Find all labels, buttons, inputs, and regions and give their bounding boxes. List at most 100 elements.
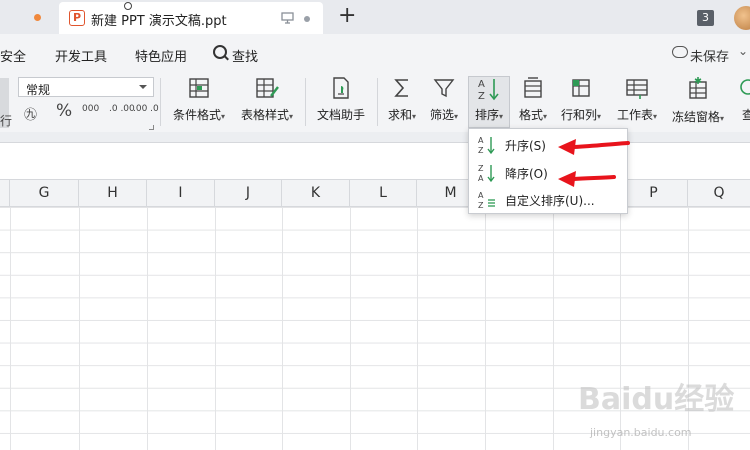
window-count-badge[interactable]: 3 xyxy=(697,10,714,26)
baidu-jingyan-watermark: Baidu经验 jingyan.baidu.com xyxy=(578,370,748,448)
rows-cols-icon xyxy=(572,79,590,97)
sort-descending-icon: Z A xyxy=(478,164,495,183)
svg-text:A: A xyxy=(478,191,484,200)
worksheet-button[interactable]: 工作表▾ xyxy=(612,76,662,130)
svg-text:Z: Z xyxy=(478,91,485,102)
doc-assistant-label: 文档助手 xyxy=(316,108,365,122)
menu-security[interactable]: 安全 xyxy=(0,46,26,65)
find-button-partial[interactable]: 查 xyxy=(736,76,750,130)
tab-close-icon[interactable] xyxy=(304,16,310,22)
sum-button[interactable]: 求和▾ xyxy=(384,76,420,130)
conditional-format-label: 条件格式 xyxy=(172,108,221,122)
menu-special-apps[interactable]: 特色应用 xyxy=(135,46,187,65)
custom-sort-item[interactable]: A Z 自定义排序(U)... xyxy=(469,187,627,213)
grid-line xyxy=(282,207,283,450)
ribbon-left-stub-label: 行 xyxy=(0,114,13,128)
cloud-icon xyxy=(672,46,688,58)
worksheet-icon xyxy=(626,79,648,99)
svg-text:Z: Z xyxy=(478,201,484,210)
grid-line xyxy=(485,207,486,450)
currency-icon[interactable]: ㊈ xyxy=(24,104,37,123)
find-label: 查 xyxy=(741,108,750,122)
sort-button[interactable]: A Z 排序▾ xyxy=(469,76,509,130)
sigma-icon xyxy=(394,79,408,97)
grid-line xyxy=(350,207,351,450)
ribbon-divider xyxy=(160,78,161,126)
annotation-arrow-icon xyxy=(558,139,630,155)
format-button[interactable]: 格式▾ xyxy=(514,76,552,130)
column-header[interactable]: P xyxy=(620,180,688,208)
number-format-value: 常规 xyxy=(26,83,51,97)
grid-line xyxy=(79,207,80,450)
document-tab-title: 新建 PPT 演示文稿.ppt xyxy=(91,14,227,29)
menu-bar: 安全 开发工具 特色应用 查找 未保存 ⌄ xyxy=(0,34,750,70)
menu-find[interactable]: 查找 xyxy=(232,46,258,65)
number-format-select[interactable]: 常规 xyxy=(18,77,154,97)
more-chevron-icon[interactable]: ⌄ xyxy=(738,44,748,58)
grid-line xyxy=(553,207,554,450)
ppt-file-icon: P xyxy=(69,10,85,26)
ribbon-divider xyxy=(305,78,306,126)
sort-descending-label: 降序(O) xyxy=(505,167,548,181)
svg-text:A: A xyxy=(478,174,484,183)
freeze-panes-label: 冻结窗格 xyxy=(671,110,720,124)
new-tab-button[interactable]: + xyxy=(338,4,356,28)
tab-bar: P 新建 PPT 演示文稿.ppt + 3 xyxy=(0,0,750,34)
group-expand-icon[interactable] xyxy=(149,125,154,130)
sort-ascending-icon: A Z xyxy=(478,136,495,155)
increase-decimal-icon[interactable]: .0 .00 xyxy=(109,104,135,114)
document-tab[interactable]: P 新建 PPT 演示文稿.ppt xyxy=(59,2,323,34)
grid-line xyxy=(417,207,418,450)
thousand-separator-icon[interactable]: 000 xyxy=(82,104,99,114)
column-header[interactable]: K xyxy=(282,180,350,208)
percent-icon[interactable]: % xyxy=(56,101,72,121)
search-icon[interactable] xyxy=(213,45,227,59)
find-icon xyxy=(740,79,750,95)
table-style-icon xyxy=(256,78,279,98)
svg-text:Z: Z xyxy=(478,164,484,173)
conditional-format-icon xyxy=(189,78,209,98)
column-header-partial[interactable] xyxy=(0,180,10,208)
freeze-panes-icon xyxy=(689,77,707,99)
sort-label: 排序 xyxy=(474,108,499,122)
svg-text:A: A xyxy=(478,136,484,145)
conditional-format-button[interactable]: 条件格式▾ xyxy=(168,76,230,130)
filter-label: 筛选 xyxy=(429,108,454,122)
rows-cols-button[interactable]: 行和列▾ xyxy=(557,76,605,130)
custom-sort-icon: A Z xyxy=(478,191,495,210)
table-style-button[interactable]: 表格样式▾ xyxy=(236,76,298,130)
freeze-panes-button[interactable]: 冻结窗格▾ xyxy=(668,76,728,130)
chevron-down-icon xyxy=(139,85,147,89)
svg-text:A: A xyxy=(478,79,485,90)
save-status[interactable]: 未保存 xyxy=(690,46,729,65)
watermark-brand: Baidu经验 xyxy=(578,382,735,417)
column-header[interactable]: I xyxy=(147,180,215,208)
column-header-row: G H I J K L M N O P Q xyxy=(0,179,750,208)
doc-assistant-icon xyxy=(333,77,349,99)
custom-sort-label: 自定义排序(U)... xyxy=(505,194,595,208)
ribbon-divider xyxy=(377,78,378,126)
format-icon xyxy=(524,77,542,98)
worksheet-label: 工作表 xyxy=(616,108,653,122)
formula-bar-area[interactable] xyxy=(0,143,750,178)
column-header[interactable]: H xyxy=(79,180,147,208)
ribbon-bottom-strip xyxy=(0,132,750,143)
avatar[interactable] xyxy=(734,6,750,30)
tab-unsaved-dot[interactable] xyxy=(34,14,41,21)
grid-line xyxy=(215,207,216,450)
monitor-icon[interactable] xyxy=(281,12,294,24)
decrease-decimal-icon[interactable]: .00 .0 xyxy=(133,104,159,114)
svg-text:Z: Z xyxy=(478,146,484,155)
column-header[interactable]: J xyxy=(215,180,282,208)
table-style-label: 表格样式 xyxy=(240,108,289,122)
menu-developer-tools[interactable]: 开发工具 xyxy=(55,46,107,65)
column-header[interactable]: Q xyxy=(688,180,750,208)
grid-line xyxy=(10,207,11,450)
filter-button[interactable]: 筛选▾ xyxy=(426,76,462,130)
sort-az-icon: A Z xyxy=(478,79,499,102)
column-header[interactable]: L xyxy=(350,180,417,208)
doc-assistant-button[interactable]: 文档助手 xyxy=(312,76,370,130)
column-header[interactable]: G xyxy=(10,180,79,208)
annotation-arrow-icon xyxy=(558,171,616,187)
format-label: 格式 xyxy=(518,108,543,122)
